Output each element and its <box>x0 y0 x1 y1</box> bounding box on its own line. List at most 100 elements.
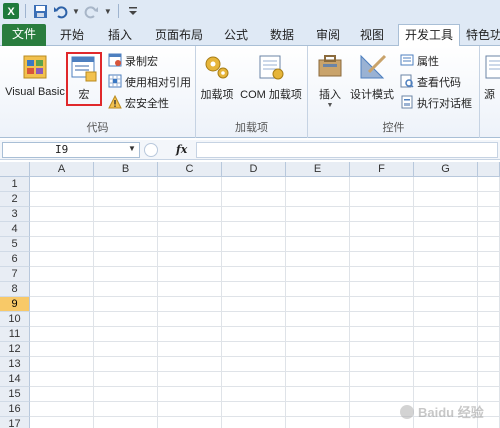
cell-b7[interactable] <box>94 267 158 282</box>
cell-d12[interactable] <box>222 342 286 357</box>
cell-d1[interactable] <box>222 177 286 192</box>
cell-a4[interactable] <box>30 222 94 237</box>
row-header-15[interactable]: 15 <box>0 387 30 402</box>
cell-b8[interactable] <box>94 282 158 297</box>
insert-control-button[interactable]: 插入 ▼ <box>312 52 348 109</box>
cell-a5[interactable] <box>30 237 94 252</box>
column-header-d[interactable]: D <box>222 162 286 177</box>
cell-c15[interactable] <box>158 387 222 402</box>
cell-a6[interactable] <box>30 252 94 267</box>
cell-f1[interactable] <box>350 177 414 192</box>
row-header-7[interactable]: 7 <box>0 267 30 282</box>
cell-overflow[interactable] <box>478 237 500 252</box>
tab-view[interactable]: 视图 <box>354 25 390 46</box>
cell-g6[interactable] <box>414 252 478 267</box>
cell-a17[interactable] <box>30 417 94 428</box>
cell-b11[interactable] <box>94 327 158 342</box>
row-header-11[interactable]: 11 <box>0 327 30 342</box>
cell-overflow[interactable] <box>478 372 500 387</box>
cell-c13[interactable] <box>158 357 222 372</box>
cell-b9[interactable] <box>94 297 158 312</box>
tab-formulas[interactable]: 公式 <box>218 25 254 46</box>
column-header-b[interactable]: B <box>94 162 158 177</box>
cell-overflow[interactable] <box>478 282 500 297</box>
cell-b10[interactable] <box>94 312 158 327</box>
cell-e1[interactable] <box>286 177 350 192</box>
tab-developer[interactable]: 开发工具 <box>398 24 460 46</box>
cell-overflow[interactable] <box>478 207 500 222</box>
cell-d6[interactable] <box>222 252 286 267</box>
visual-basic-button[interactable]: Visual Basic <box>4 52 66 98</box>
cell-b15[interactable] <box>94 387 158 402</box>
cell-g5[interactable] <box>414 237 478 252</box>
view-code-button[interactable]: 查看代码 <box>400 73 461 91</box>
cell-g4[interactable] <box>414 222 478 237</box>
tab-home[interactable]: 开始 <box>52 25 92 46</box>
cell-d16[interactable] <box>222 402 286 417</box>
cell-g11[interactable] <box>414 327 478 342</box>
row-header-4[interactable]: 4 <box>0 222 30 237</box>
tab-insert[interactable]: 插入 <box>100 25 140 46</box>
cell-b4[interactable] <box>94 222 158 237</box>
cell-overflow[interactable] <box>478 222 500 237</box>
properties-button[interactable]: 属性 <box>400 52 439 70</box>
name-box[interactable]: I9 <box>2 142 140 158</box>
cell-f9[interactable] <box>350 297 414 312</box>
undo-icon[interactable] <box>52 3 68 19</box>
tab-file[interactable]: 文件 <box>2 24 46 46</box>
cell-d17[interactable] <box>222 417 286 428</box>
select-all-corner[interactable] <box>0 162 30 177</box>
cell-c4[interactable] <box>158 222 222 237</box>
cell-overflow[interactable] <box>478 342 500 357</box>
cell-c9[interactable] <box>158 297 222 312</box>
cell-e2[interactable] <box>286 192 350 207</box>
design-mode-button[interactable]: 设计模式 <box>348 52 396 102</box>
cell-f7[interactable] <box>350 267 414 282</box>
cell-f14[interactable] <box>350 372 414 387</box>
cell-f12[interactable] <box>350 342 414 357</box>
source-button[interactable]: 源 <box>482 52 500 102</box>
row-header-6[interactable]: 6 <box>0 252 30 267</box>
cell-e6[interactable] <box>286 252 350 267</box>
row-header-5[interactable]: 5 <box>0 237 30 252</box>
name-box-dropdown-icon[interactable]: ▼ <box>128 144 136 153</box>
cell-f13[interactable] <box>350 357 414 372</box>
cell-e9[interactable] <box>286 297 350 312</box>
tab-page-layout[interactable]: 页面布局 <box>148 25 210 46</box>
cell-g14[interactable] <box>414 372 478 387</box>
row-header-2[interactable]: 2 <box>0 192 30 207</box>
cell-c14[interactable] <box>158 372 222 387</box>
cell-e17[interactable] <box>286 417 350 428</box>
cell-d3[interactable] <box>222 207 286 222</box>
row-header-8[interactable]: 8 <box>0 282 30 297</box>
column-header-g[interactable]: G <box>414 162 478 177</box>
cell-c8[interactable] <box>158 282 222 297</box>
cell-overflow[interactable] <box>478 297 500 312</box>
tab-data[interactable]: 数据 <box>262 25 302 46</box>
tab-special-features[interactable]: 特色功 <box>466 25 500 46</box>
cell-g13[interactable] <box>414 357 478 372</box>
cell-c5[interactable] <box>158 237 222 252</box>
row-header-13[interactable]: 13 <box>0 357 30 372</box>
cell-e5[interactable] <box>286 237 350 252</box>
addins-button[interactable]: 加载项 <box>200 52 234 102</box>
cell-overflow[interactable] <box>478 312 500 327</box>
cell-f11[interactable] <box>350 327 414 342</box>
cell-d11[interactable] <box>222 327 286 342</box>
row-header-3[interactable]: 3 <box>0 207 30 222</box>
cell-f6[interactable] <box>350 252 414 267</box>
cell-d9[interactable] <box>222 297 286 312</box>
cell-g9[interactable] <box>414 297 478 312</box>
cell-b14[interactable] <box>94 372 158 387</box>
row-header-1[interactable]: 1 <box>0 177 30 192</box>
relative-refs-button[interactable]: 使用相对引用 <box>108 73 191 91</box>
cell-e11[interactable] <box>286 327 350 342</box>
cell-a2[interactable] <box>30 192 94 207</box>
cell-d2[interactable] <box>222 192 286 207</box>
cell-a15[interactable] <box>30 387 94 402</box>
cell-a9[interactable] <box>30 297 94 312</box>
cell-c3[interactable] <box>158 207 222 222</box>
cell-c7[interactable] <box>158 267 222 282</box>
cell-overflow[interactable] <box>478 267 500 282</box>
cell-b6[interactable] <box>94 252 158 267</box>
